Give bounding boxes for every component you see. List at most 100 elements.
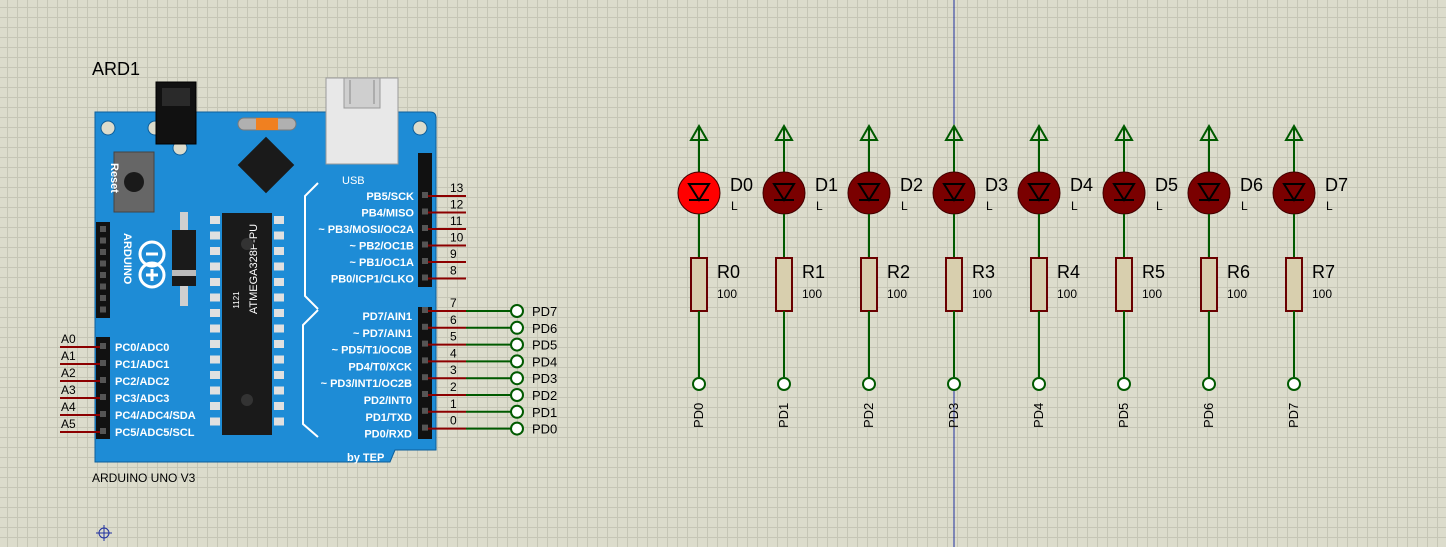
terminal-icon[interactable] [692,377,706,391]
terminal-icon[interactable] [510,421,524,436]
terminal-icon[interactable] [510,388,524,402]
pin-label: PC0/ADC0 [115,342,169,354]
header-pin [100,394,106,400]
resistor-ref-label: R6 [1227,262,1250,282]
resistor-icon[interactable] [860,257,878,312]
chip-pin [210,216,220,224]
net-label: PD2 [861,403,876,428]
led-type-label: L [986,199,993,213]
terminal-label: PD6 [532,321,557,336]
terminal-label: PD2 [532,388,557,403]
terminal-icon[interactable] [947,377,961,391]
terminal-icon[interactable] [510,371,524,386]
header-pin [100,377,106,383]
resistor-icon[interactable] [775,257,793,312]
terminal-icon[interactable] [1117,377,1131,391]
led-column-d1[interactable]: D1 L R1 100 PD1 [762,123,838,428]
chip-pin [210,340,220,348]
analog-pin-number: A1 [61,349,76,363]
chip-pin [274,417,284,426]
terminal-icon[interactable] [777,377,791,391]
led-icon[interactable] [1272,171,1316,215]
led-icon[interactable] [1017,171,1061,215]
terminal-label: PD1 [532,405,557,420]
resistor-icon[interactable] [1200,257,1218,312]
led-icon[interactable] [847,171,891,215]
chip-pin [210,371,220,379]
terminal-label: PD7 [532,304,557,319]
terminal-icon[interactable] [862,377,876,391]
net-label: PD1 [776,403,791,428]
terminal-icon[interactable] [1202,377,1216,391]
resistor-icon[interactable] [945,257,963,312]
led-column-d3[interactable]: D3 L R3 100 PD3 [932,123,1008,428]
led-column-d6[interactable]: D6 L R6 100 PD6 [1187,123,1263,428]
board-diode-lead [180,212,188,230]
header-pin [422,241,428,248]
terminal-icon[interactable] [510,337,524,352]
resistor-ref-label: R3 [972,262,995,282]
chip-pin [274,278,284,286]
terminal-icon[interactable] [510,354,524,369]
led-icon[interactable] [1187,171,1231,215]
led-ref-label: D7 [1325,175,1348,195]
by-tep-label: by TEP [347,452,384,464]
net-label: PD3 [946,403,961,428]
led-column-d4[interactable]: D4 L R4 100 PD4 [1017,123,1093,428]
led-column-d5[interactable]: D5 L R5 100 PD5 [1102,123,1178,428]
net-label: PD7 [1286,403,1301,428]
resistor-icon[interactable] [690,257,708,312]
chip-pin [210,262,220,271]
analog-pin-number: A0 [61,332,76,346]
pin-label: PD2/INT0 [364,395,412,407]
led-column-d2[interactable]: D2 L R2 100 PD2 [847,123,923,428]
chip-pin [274,293,284,302]
mount-hole-icon [412,120,428,136]
led-ref-label: D6 [1240,175,1263,195]
chip-pin [274,262,284,271]
terminal-icon[interactable] [1032,377,1046,391]
net-label: PD0 [691,403,706,428]
pin-number: 3 [450,363,457,377]
pin-number: 11 [450,214,463,228]
led-type-label: L [901,199,908,213]
led-icon[interactable] [932,171,976,215]
resistor-icon[interactable] [1115,257,1133,312]
led-icon[interactable] [762,171,806,215]
led-ref-label: D2 [900,175,923,195]
terminal-icon[interactable] [1287,377,1301,391]
resistor-icon[interactable] [1285,257,1303,312]
led-ref-label: D5 [1155,175,1178,195]
header-pin [100,306,106,313]
chip-pin [274,402,284,410]
schematic-canvas[interactable]: ARD1 USB Reset ARDUINO ATMEGA328P-PU 112… [0,0,1446,547]
led-icon[interactable] [677,171,721,215]
chip-pin [274,309,284,317]
resistor-icon[interactable] [1030,257,1048,312]
led-column-d7[interactable]: D7 L R7 100 PD7 [1272,123,1348,428]
led-array: D0 L R0 100 PD0 D1 L R1 100 PD1 D2 L R2 100 PD2 D3 L R3 10… [677,123,1348,428]
led-column-d0[interactable]: D0 L R0 100 PD0 [677,123,753,428]
led-ref-label: D3 [985,175,1008,195]
header-pin [422,307,428,313]
analog-pin-number: A3 [61,383,76,397]
led-type-label: L [1241,199,1248,213]
header-pin [422,323,428,330]
header-pin [422,424,428,431]
analog-pin-number: A5 [61,417,76,431]
terminal-icon[interactable] [510,404,524,419]
reset-button-cap[interactable] [124,172,144,192]
pin-number: 8 [450,264,457,278]
chip-pin [274,355,284,364]
arduino-uno-board[interactable]: ARD1 USB Reset ARDUINO ATMEGA328P-PU 112… [60,59,466,485]
header-pin [422,192,428,198]
resistor-value-label: 100 [1312,287,1332,301]
schematic-drawing[interactable]: ARD1 USB Reset ARDUINO ATMEGA328P-PU 112… [0,0,1446,547]
terminal-icon[interactable] [510,304,524,318]
header-pin [422,274,428,281]
terminal-icon[interactable] [510,320,524,335]
board-name-label: ARDUINO UNO V3 [92,471,196,485]
resistor-value-label: 100 [1227,287,1247,301]
chip-pin [210,293,220,302]
led-icon[interactable] [1102,171,1146,215]
